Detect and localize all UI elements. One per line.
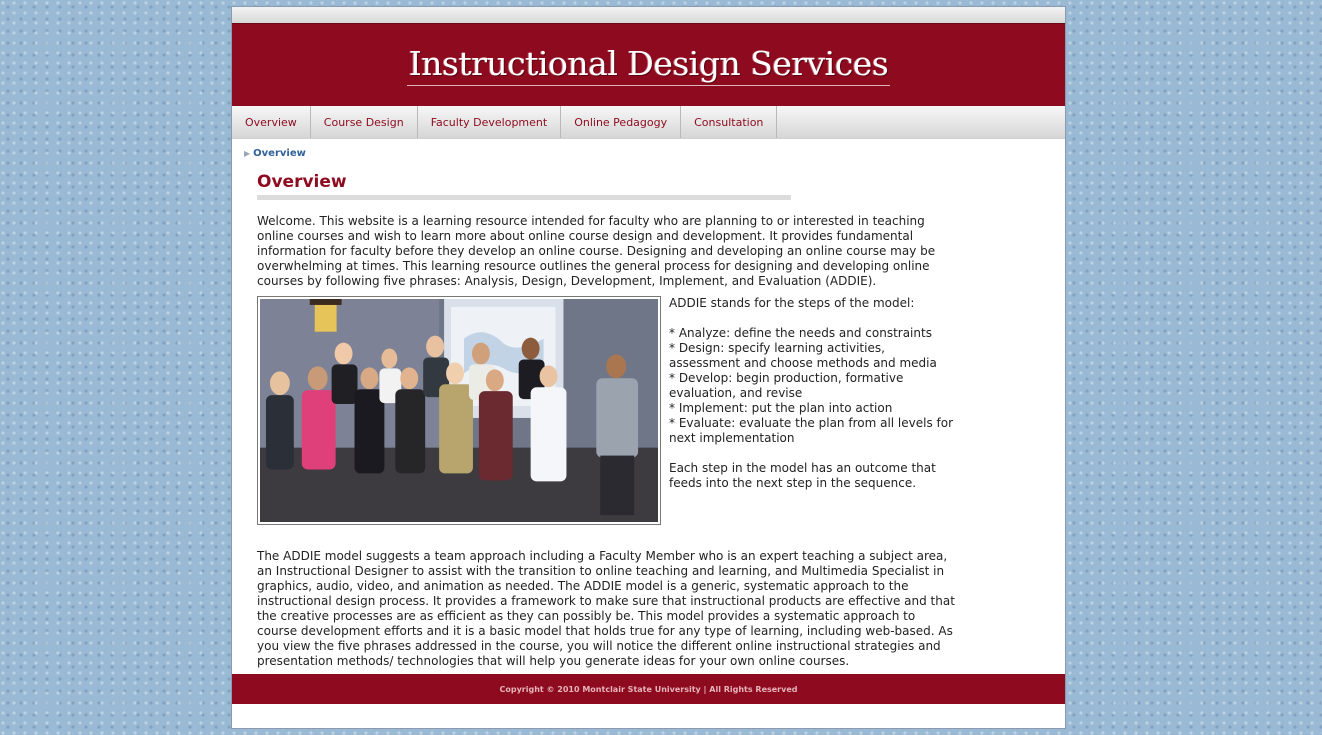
addie-outro: Each step in the model has an outcome th… <box>669 461 936 490</box>
page-container: Instructional Design Services Overview C… <box>231 6 1066 729</box>
top-strip <box>232 7 1065 23</box>
title-divider <box>257 195 791 200</box>
breadcrumb-current[interactable]: Overview <box>253 148 306 159</box>
nav-item-online-pedagogy[interactable]: Online Pedagogy <box>561 106 682 138</box>
intro-paragraph: Welcome. This website is a learning reso… <box>257 214 936 288</box>
group-photo <box>257 296 661 525</box>
breadcrumb-arrow-icon: ▶ <box>244 149 251 158</box>
site-title: Instructional Design Services <box>406 44 891 86</box>
addie-step-develop: * Develop: begin production, formative e… <box>669 371 904 400</box>
copyright-text: Copyright © 2010 Montclair State Univers… <box>499 684 798 694</box>
main-content: Overview Welcome. This website is a lear… <box>257 172 957 669</box>
addie-description: ADDIE stands for the steps of the model:… <box>669 296 957 525</box>
main-nav: Overview Course Design Faculty Developme… <box>232 106 1065 139</box>
nav-item-faculty-development[interactable]: Faculty Development <box>418 106 562 138</box>
nav-item-consultation[interactable]: Consultation <box>681 106 778 138</box>
addie-step-design: * Design: specify learning activities, a… <box>669 341 937 370</box>
addie-intro: ADDIE stands for the steps of the model: <box>669 296 915 310</box>
page-title: Overview <box>257 172 347 192</box>
header-banner: Instructional Design Services <box>232 23 1065 106</box>
nav-filler <box>777 106 1065 138</box>
breadcrumb: ▶ Overview <box>244 148 306 159</box>
addie-step-evaluate: * Evaluate: evaluate the plan from all l… <box>669 416 954 445</box>
addie-step-implement: * Implement: put the plan into action <box>669 401 893 415</box>
group-photo-image <box>260 299 658 522</box>
nav-item-course-design[interactable]: Course Design <box>311 106 418 138</box>
addie-step-analyze: * Analyze: define the needs and constrai… <box>669 326 932 340</box>
team-paragraph: The ADDIE model suggests a team approach… <box>257 549 955 668</box>
footer: Copyright © 2010 Montclair State Univers… <box>232 674 1065 704</box>
nav-item-overview[interactable]: Overview <box>232 106 311 138</box>
addie-steps-list: * Analyze: define the needs and constrai… <box>669 326 957 446</box>
addie-section: ADDIE stands for the steps of the model:… <box>257 296 957 525</box>
